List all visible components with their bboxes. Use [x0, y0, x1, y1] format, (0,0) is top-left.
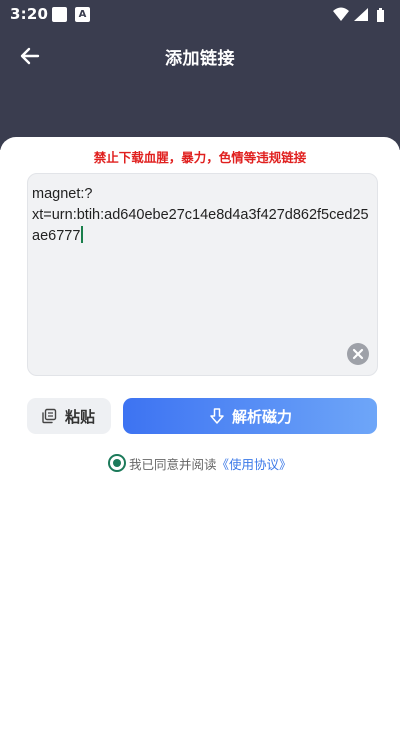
terms-link[interactable]: 《使用协议》	[217, 454, 292, 473]
status-time: 3:20	[10, 5, 49, 23]
notification-square-icon	[52, 7, 67, 22]
app-bar: 添加链接	[0, 30, 400, 82]
notification-a-icon: A	[75, 7, 90, 22]
screen: 3:20 A 添加链接 禁止下载血腥，暴力，色情等违规链接 magnet:? x…	[0, 0, 400, 735]
close-circle-icon	[352, 348, 364, 360]
download-arrow-icon	[210, 408, 224, 424]
parse-magnet-button[interactable]: 解析磁力	[123, 398, 377, 434]
paste-label: 粘贴	[65, 408, 96, 426]
paste-button[interactable]: 粘贴	[27, 398, 111, 434]
signal-icon	[354, 8, 368, 21]
copy-icon	[42, 408, 57, 424]
parse-label: 解析磁力	[231, 407, 292, 426]
content-card: 禁止下载血腥，暴力，色情等违规链接 magnet:? xt=urn:btih:a…	[0, 137, 400, 735]
text-caret	[81, 226, 84, 243]
radio-checked-dot	[113, 459, 121, 467]
agreement-row: 我已同意并阅读 《使用协议》	[108, 453, 292, 473]
status-bar: 3:20 A	[0, 0, 400, 30]
agreement-radio[interactable]	[108, 454, 126, 472]
clear-button[interactable]	[347, 343, 369, 365]
battery-icon	[377, 8, 384, 22]
magnet-link-text[interactable]: magnet:? xt=urn:btih:ad640ebe27c14e8d4a3…	[32, 184, 375, 247]
warning-text: 禁止下载血腥，暴力，色情等违规链接	[93, 150, 307, 165]
page-title: 添加链接	[165, 49, 235, 69]
agreement-text: 我已同意并阅读	[129, 456, 217, 472]
wifi-icon	[333, 7, 349, 21]
magnet-link-input[interactable]: magnet:? xt=urn:btih:ad640ebe27c14e8d4a3…	[27, 173, 378, 376]
status-icons	[332, 5, 392, 25]
